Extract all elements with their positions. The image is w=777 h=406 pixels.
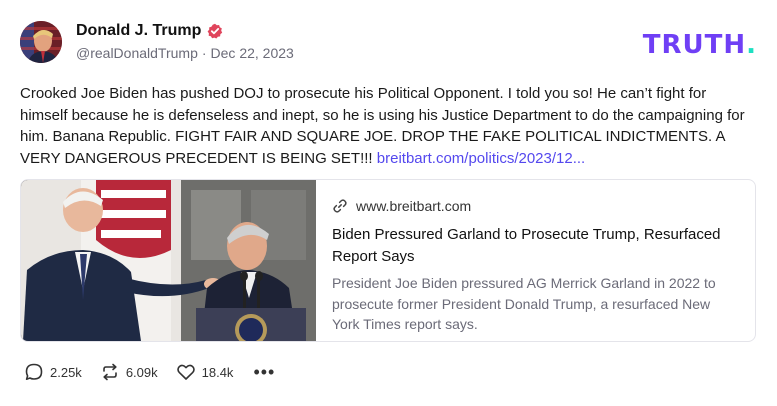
truth-social-logo: TRUTH.: [643, 30, 757, 60]
heart-icon: [176, 364, 195, 380]
link-preview-description: President Joe Biden pressured AG Merrick…: [332, 275, 716, 332]
like-count: 18.4k: [201, 364, 234, 380]
retruth-button[interactable]: 6.09k: [100, 362, 158, 382]
retruth-icon: [103, 363, 117, 381]
post-text: Crooked Joe Biden has pushed DOJ to pros…: [20, 83, 755, 169]
more-options-icon[interactable]: •••: [253, 363, 275, 381]
link-preview-body: www.breitbart.com Biden Pressured Garlan…: [316, 180, 755, 341]
post-date[interactable]: Dec 22, 2023: [211, 45, 294, 61]
reply-button[interactable]: 2.25k: [24, 362, 82, 382]
author-handle[interactable]: @realDonaldTrump: [76, 45, 198, 61]
link-preview-image: [21, 180, 316, 341]
link-preview-domain-row: www.breitbart.com: [332, 196, 737, 216]
brand-dot: .: [746, 30, 757, 60]
brand-name: TRUTH: [642, 30, 747, 60]
meta-separator: ·: [201, 45, 207, 61]
link-icon: [333, 199, 347, 213]
link-preview-domain: www.breitbart.com: [356, 198, 472, 214]
post-link[interactable]: breitbart.com/politics/2023/12...: [377, 150, 585, 167]
like-button[interactable]: 18.4k: [176, 362, 234, 382]
link-preview-title[interactable]: Biden Pressured Garland to Prosecute Tru…: [332, 224, 737, 268]
avatar-image: [20, 21, 62, 63]
link-preview-card[interactable]: www.breitbart.com Biden Pressured Garlan…: [20, 179, 756, 342]
author-meta-row: @realDonaldTrump · Dec 22, 2023: [76, 45, 294, 61]
reply-count: 2.25k: [50, 364, 82, 380]
retruth-count: 6.09k: [125, 364, 158, 380]
post-actions-bar: 2.25k 6.09k 18.4k •••: [24, 362, 275, 382]
verified-badge-icon: [207, 23, 223, 39]
avatar[interactable]: [20, 21, 62, 63]
author-display-name[interactable]: Donald J. Trump: [76, 22, 201, 40]
reply-icon: [25, 363, 43, 380]
author-name-row: Donald J. Trump: [76, 22, 223, 40]
